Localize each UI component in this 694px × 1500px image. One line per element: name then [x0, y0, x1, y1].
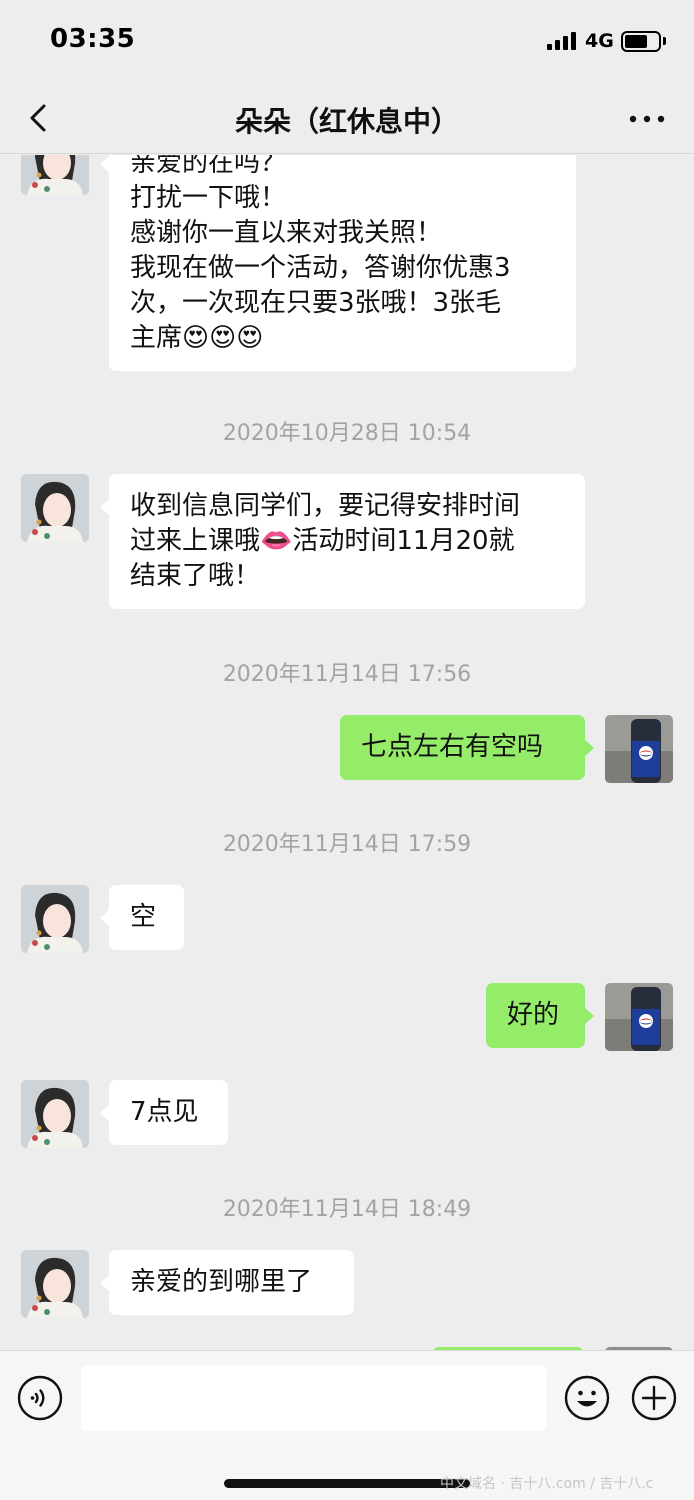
status-time: 03:35	[50, 24, 136, 54]
voice-icon[interactable]	[17, 1375, 63, 1421]
message-timestamp: 2020年10月28日 10:54	[222, 421, 472, 446]
contact-avatar[interactable]	[21, 155, 89, 195]
message-bubble-incoming[interactable]: 空	[100, 885, 184, 950]
battery-tip	[663, 37, 666, 45]
chat-title: 朵朵（红休息中）	[234, 105, 459, 138]
message-bubble-outgoing[interactable]: 好的	[486, 983, 594, 1048]
chat-header: 朵朵（红休息中）	[0, 84, 694, 154]
battery-icon	[621, 31, 661, 52]
signal-icon	[547, 32, 577, 50]
network-type: 4G	[585, 30, 614, 52]
contact-avatar[interactable]	[21, 885, 89, 953]
more-dots-icon[interactable]	[626, 104, 668, 134]
contact-avatar[interactable]	[21, 1250, 89, 1318]
message-timestamp: 2020年11月14日 17:59	[222, 832, 472, 857]
emoji-icon[interactable]	[564, 1375, 610, 1421]
input-bar: 中文域名 · 吉十八.com / 吉十八.c	[0, 1350, 694, 1500]
plus-icon[interactable]	[631, 1375, 677, 1421]
message-bubble-incoming[interactable]: 亲爱的在吗？ 打扰一下哦！ 感谢你一直以来对我关照！ 我现在做一个活动，答谢你优…	[100, 155, 576, 371]
message-bubble-outgoing[interactable]: 七点左右有空吗	[340, 715, 594, 780]
contact-avatar[interactable]	[21, 474, 89, 542]
status-bar: 03:35 4G	[0, 0, 694, 84]
home-indicator[interactable]	[224, 1479, 470, 1488]
message-bubble-incoming[interactable]: 亲爱的到哪里了	[100, 1250, 354, 1315]
message-input[interactable]	[81, 1365, 546, 1431]
my-avatar[interactable]	[605, 715, 673, 783]
message-timestamp: 2020年11月14日 17:56	[222, 662, 472, 687]
chat-messages[interactable]: 亲爱的在吗？ 打扰一下哦！ 感谢你一直以来对我关照！ 我现在做一个活动，答谢你优…	[0, 155, 694, 1350]
my-avatar[interactable]	[605, 983, 673, 1051]
message-bubble-incoming[interactable]: 收到信息同学们，要记得安排时间 过来上课哦👄活动时间11月20就 结束了哦！	[100, 474, 585, 609]
contact-avatar[interactable]	[21, 1080, 89, 1148]
message-timestamp: 2020年11月14日 18:49	[222, 1197, 472, 1222]
message-bubble-incoming[interactable]: 7点见	[100, 1080, 228, 1145]
watermark: 中文域名 · 吉十八.com / 吉十八.c	[440, 1476, 654, 1492]
